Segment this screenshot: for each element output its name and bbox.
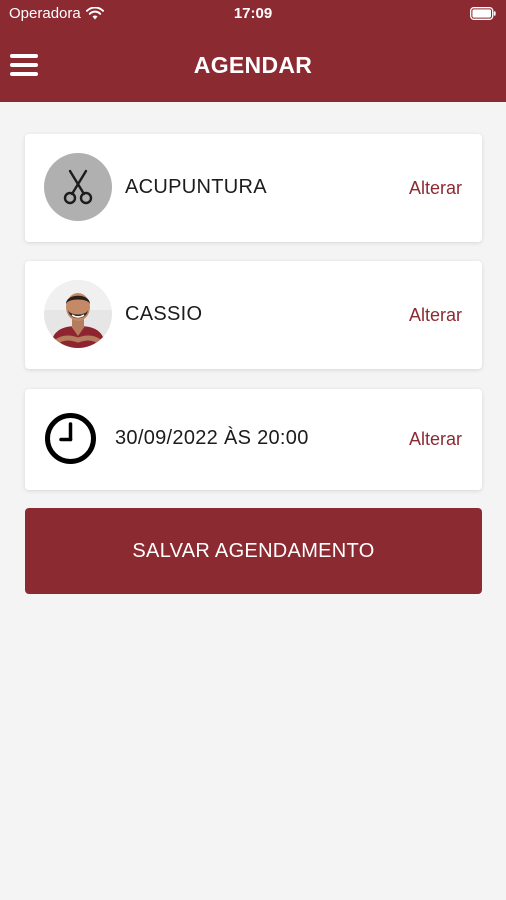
status-bar: Operadora 17:09 — [0, 0, 506, 28]
service-name: ACUPUNTURA — [125, 176, 267, 198]
professional-avatar — [44, 280, 112, 348]
professional-card: CASSIO Alterar — [25, 261, 482, 369]
status-time: 17:09 — [233, 5, 273, 22]
nav-bar: AGENDAR — [0, 40, 506, 92]
change-datetime-link[interactable]: Alterar — [409, 429, 462, 450]
professional-name: CASSIO — [125, 303, 203, 325]
datetime-card: 30/09/2022 ÀS 20:00 Alterar — [25, 389, 482, 490]
appointment-datetime: 30/09/2022 ÀS 20:00 — [115, 427, 309, 449]
change-professional-link[interactable]: Alterar — [409, 305, 462, 326]
page-title: AGENDAR — [193, 52, 313, 78]
avatar-photo — [44, 280, 112, 348]
save-appointment-button[interactable]: SALVAR AGENDAMENTO — [25, 508, 482, 594]
clock-icon — [45, 413, 96, 464]
app-header: Operadora 17:09 AGENDAR — [0, 0, 506, 102]
service-card: ACUPUNTURA Alterar — [25, 134, 482, 242]
battery-icon — [470, 7, 496, 20]
change-service-link[interactable]: Alterar — [409, 178, 462, 199]
scissors-icon — [63, 169, 93, 205]
service-icon-circle — [44, 153, 112, 221]
